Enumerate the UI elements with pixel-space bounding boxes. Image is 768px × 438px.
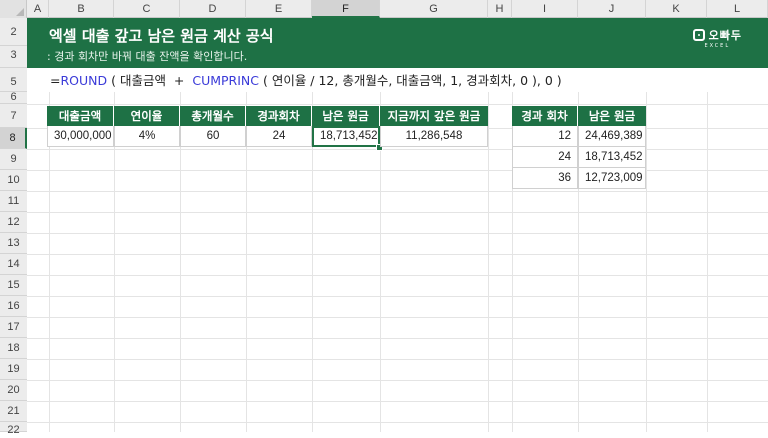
column-header-bar: A B C D E F G H I J K L xyxy=(0,0,768,18)
column-header-c[interactable]: C xyxy=(114,0,180,18)
side-header-remaining: 남은 원금 xyxy=(578,106,646,126)
row-header-11[interactable]: 11 xyxy=(0,191,27,212)
row-header-13[interactable]: 13 xyxy=(0,233,27,254)
column-header-j[interactable]: J xyxy=(578,0,646,18)
column-header-f[interactable]: F xyxy=(312,0,380,18)
formula-equals: = xyxy=(50,73,61,88)
column-header-l[interactable]: L xyxy=(707,0,768,18)
column-header-i[interactable]: I xyxy=(512,0,578,18)
column-header-g[interactable]: G xyxy=(380,0,488,18)
cell-loan-amount[interactable]: 30,000,000 xyxy=(47,126,114,147)
header-remaining-principal: 남은 원금 xyxy=(312,106,380,126)
select-all-corner[interactable] xyxy=(0,0,27,18)
row-header-15[interactable]: 15 xyxy=(0,275,27,296)
header-paid-principal: 지금까지 갚은 원금 xyxy=(380,106,488,126)
side-cell-remaining[interactable]: 24,469,389 xyxy=(578,126,646,147)
header-loan-amount: 대출금액 xyxy=(47,106,114,126)
formula-part-2: ( 연이율 / 12, 총개월수, 대출금액, 1, 경과회차, 0 ), 0 … xyxy=(259,73,562,88)
formula-text: =ROUND ( 대출금액 + CUMPRINC ( 연이율 / 12, 총개월… xyxy=(50,70,562,92)
header-annual-rate: 연이율 xyxy=(114,106,180,126)
formula-function-cumprinc: CUMPRINC xyxy=(192,73,259,88)
header-total-months: 총개월수 xyxy=(180,106,246,126)
page-title: 엑셀 대출 갚고 남은 원금 계산 공식 xyxy=(49,27,274,45)
column-header-k[interactable]: K xyxy=(646,0,707,18)
side-cell-period[interactable]: 12 xyxy=(512,126,578,147)
row-header-19[interactable]: 19 xyxy=(0,359,27,380)
row-header-18[interactable]: 18 xyxy=(0,338,27,359)
side-cell-period[interactable]: 24 xyxy=(512,147,578,168)
row-header-2[interactable]: 2 xyxy=(0,18,27,46)
row-header-8[interactable]: 8 xyxy=(0,128,27,149)
row-header-22[interactable]: 22 xyxy=(0,422,27,436)
row-header-21[interactable]: 21 xyxy=(0,401,27,422)
row-header-6[interactable]: 6 xyxy=(0,92,27,104)
cell-total-months[interactable]: 60 xyxy=(180,126,246,147)
cell-elapsed-periods[interactable]: 24 xyxy=(246,126,312,147)
side-cell-period[interactable]: 36 xyxy=(512,168,578,189)
header-elapsed-periods: 경과회차 xyxy=(246,106,312,126)
column-header-d[interactable]: D xyxy=(180,0,246,18)
cell-paid-principal[interactable]: 11,286,548 xyxy=(380,126,488,147)
row-header-3[interactable]: 3 xyxy=(0,46,27,68)
title-banner: 엑셀 대출 갚고 남은 원금 계산 공식 : 경과 회차만 바꿔 대출 잔액을 … xyxy=(27,18,768,68)
row-header-16[interactable]: 16 xyxy=(0,296,27,317)
side-cell-remaining[interactable]: 18,713,452 xyxy=(578,147,646,168)
row-header-7[interactable]: 7 xyxy=(0,104,27,128)
row-header-14[interactable]: 14 xyxy=(0,254,27,275)
logo-subtext: EXCEL xyxy=(704,43,731,49)
column-header-e[interactable]: E xyxy=(246,0,312,18)
row-header-10[interactable]: 10 xyxy=(0,170,27,191)
row-header-5[interactable]: 5 xyxy=(0,68,27,92)
row-header-9[interactable]: 9 xyxy=(0,149,27,170)
brand-logo: 오빠두 EXCEL xyxy=(692,27,742,49)
row-header-20[interactable]: 20 xyxy=(0,380,27,401)
logo-mark-icon xyxy=(692,29,705,41)
cell-annual-rate[interactable]: 4% xyxy=(114,126,180,147)
page-subtitle: : 경과 회차만 바꿔 대출 잔액을 확인합니다. xyxy=(47,50,248,63)
column-header-h[interactable]: H xyxy=(488,0,512,18)
formula-function-round: ROUND xyxy=(60,73,108,88)
cell-remaining-principal-selected[interactable]: 18,713,452 xyxy=(312,126,380,147)
formula-part-1: ( 대출금액 + xyxy=(107,73,193,88)
logo-text: 오빠두 xyxy=(708,29,742,42)
column-header-a[interactable]: A xyxy=(27,0,49,18)
side-cell-remaining[interactable]: 12,723,009 xyxy=(578,168,646,189)
side-header-elapsed: 경과 회차 xyxy=(512,106,578,126)
column-header-b[interactable]: B xyxy=(49,0,114,18)
row-header-12[interactable]: 12 xyxy=(0,212,27,233)
row-header-17[interactable]: 17 xyxy=(0,317,27,338)
